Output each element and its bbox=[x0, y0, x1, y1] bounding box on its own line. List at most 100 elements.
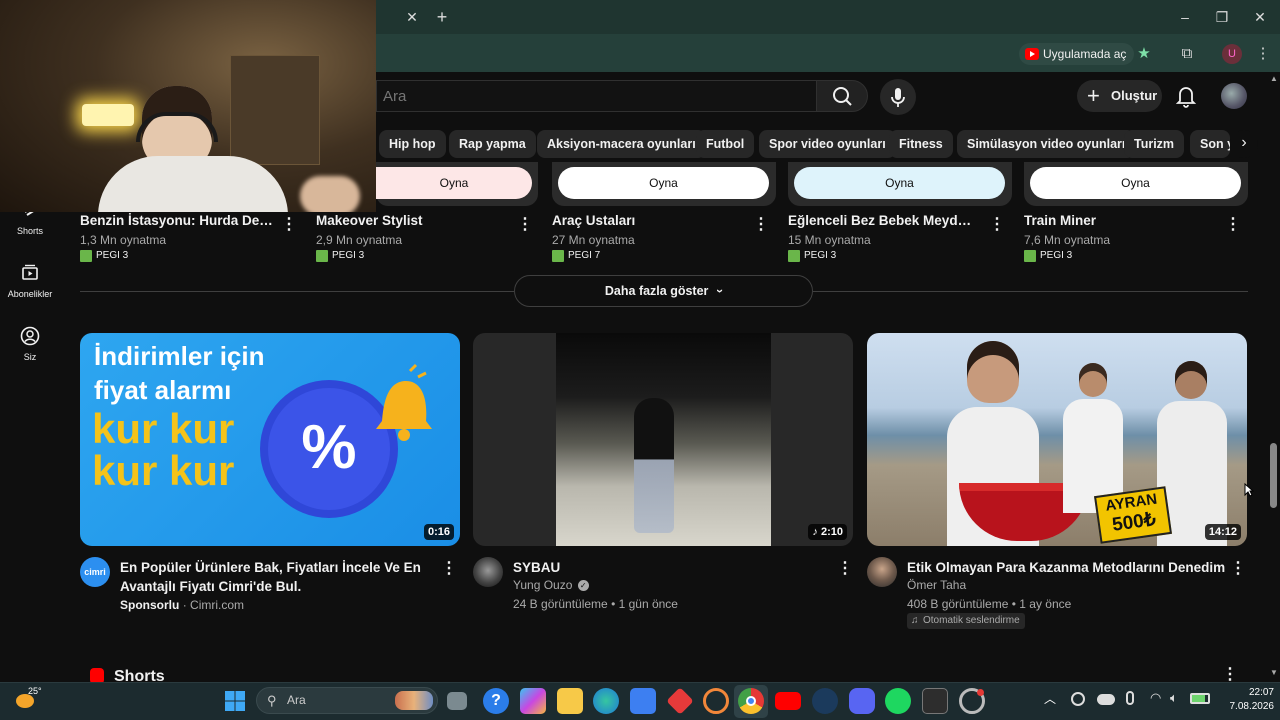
task-view-icon[interactable] bbox=[447, 692, 467, 710]
start-icon[interactable] bbox=[222, 688, 248, 714]
profile-avatar[interactable]: U bbox=[1222, 44, 1242, 64]
sidebar-item-subscriptions[interactable]: Abonelikler bbox=[0, 263, 60, 299]
chip-sports-games[interactable]: Spor video oyunları bbox=[759, 130, 896, 158]
new-tab-icon[interactable]: + bbox=[432, 6, 452, 28]
more-options-icon[interactable]: ⋮ bbox=[837, 560, 853, 578]
chip-tourism[interactable]: Turizm bbox=[1124, 130, 1185, 158]
play-button[interactable]: Oyna bbox=[1030, 167, 1241, 199]
video-thumbnail[interactable]: İndirimler için fiyat alarmı kur kur kur… bbox=[80, 333, 460, 546]
browser-menu-icon[interactable]: ⋮ bbox=[1252, 43, 1274, 65]
chip-action-adventure[interactable]: Aksiyon-macera oyunları bbox=[537, 130, 706, 158]
search-input[interactable] bbox=[377, 81, 816, 111]
duration-text: 2:10 bbox=[820, 526, 843, 538]
pegi-rating: PEGI 7 bbox=[552, 250, 600, 262]
account-avatar[interactable] bbox=[1221, 83, 1247, 109]
play-button[interactable]: Oyna bbox=[376, 167, 532, 199]
video-title[interactable]: Etik Olmayan Para Kazanma Metodlarını De… bbox=[907, 558, 1225, 577]
taskbar-clock[interactable]: 22:07 7.08.2026 bbox=[1222, 686, 1275, 714]
more-options-icon[interactable]: ⋮ bbox=[1225, 216, 1241, 234]
search-icon: ⚲ bbox=[267, 693, 277, 708]
help-icon[interactable]: ? bbox=[483, 688, 509, 714]
spotify-icon[interactable] bbox=[885, 688, 911, 714]
more-options-icon[interactable]: ⋮ bbox=[441, 560, 457, 578]
channel-avatar[interactable] bbox=[473, 557, 503, 587]
chip-fitness[interactable]: Fitness bbox=[889, 130, 953, 158]
wifi-icon[interactable]: ◠ bbox=[1150, 690, 1161, 706]
create-button[interactable]: + Oluştur bbox=[1077, 80, 1162, 112]
microphone-tray-icon[interactable] bbox=[1126, 691, 1134, 705]
video-title[interactable]: En Popüler Ürünlere Bak, Fiyatları İncel… bbox=[120, 558, 421, 596]
copilot-icon[interactable] bbox=[520, 688, 546, 714]
music-note-icon: ♪ bbox=[812, 526, 818, 538]
close-tab-icon[interactable]: ✕ bbox=[404, 8, 420, 26]
file-explorer-icon[interactable] bbox=[557, 688, 583, 714]
bookmark-star-icon[interactable]: ★ bbox=[1133, 43, 1155, 65]
clock-date: 7.08.2026 bbox=[1229, 701, 1275, 712]
window-close-icon[interactable]: ✕ bbox=[1248, 6, 1272, 28]
game-title[interactable]: Makeover Stylist bbox=[316, 213, 516, 228]
steam-icon[interactable] bbox=[812, 688, 838, 714]
sidebar-item-you[interactable]: Siz bbox=[0, 326, 60, 362]
extensions-icon[interactable]: ⧉ bbox=[1176, 43, 1198, 65]
chrome-icon-center bbox=[746, 696, 756, 706]
play-button[interactable]: Oyna bbox=[558, 167, 769, 199]
subscriptions-icon bbox=[21, 263, 39, 281]
tray-app-icon[interactable] bbox=[1071, 692, 1085, 706]
room-wall bbox=[230, 55, 320, 165]
more-options-icon[interactable]: ⋮ bbox=[281, 216, 297, 234]
avatar-text: cimri bbox=[84, 567, 106, 577]
channel-name-text: Yung Ouzo bbox=[513, 578, 573, 592]
game-title[interactable]: Benzin İstasyonu: Hurda Depos... bbox=[80, 213, 280, 228]
show-more-button[interactable]: Daha fazla göster › bbox=[514, 275, 813, 307]
game-title[interactable]: Eğlenceli Bez Bebek Meydan... bbox=[788, 213, 978, 228]
weather-widget[interactable]: 25° bbox=[16, 686, 42, 708]
game-title[interactable]: Train Miner bbox=[1024, 213, 1224, 228]
video-thumbnail[interactable]: ♪ 2:10 bbox=[473, 333, 853, 546]
advertiser-name[interactable]: Cimri.com bbox=[190, 598, 244, 612]
sidebar-item-label: Abonelikler bbox=[7, 289, 53, 299]
open-in-app-button[interactable]: Uygulamada aç bbox=[1019, 43, 1135, 65]
chip-simulation[interactable]: Simülasyon video oyunları bbox=[957, 130, 1136, 158]
video-thumbnail[interactable]: AYRAN 500₺ 14:12 bbox=[867, 333, 1247, 546]
onedrive-icon[interactable] bbox=[1097, 694, 1115, 705]
channel-avatar[interactable]: cimri bbox=[80, 557, 110, 587]
more-options-icon[interactable]: ⋮ bbox=[1230, 560, 1246, 578]
store-icon[interactable] bbox=[630, 688, 656, 714]
game-plays: 7,6 Mn oynatma bbox=[1024, 233, 1111, 247]
chip-rap[interactable]: Rap yapma bbox=[449, 130, 536, 158]
search-button[interactable] bbox=[816, 80, 868, 112]
notifications-button[interactable] bbox=[1174, 83, 1198, 109]
tray-chevron-up-icon[interactable]: ︿ bbox=[1044, 690, 1056, 707]
chip-football[interactable]: Futbol bbox=[696, 130, 755, 158]
channel-name[interactable]: Ömer Taha bbox=[907, 578, 966, 592]
battery-icon[interactable] bbox=[1190, 693, 1210, 704]
scrollbar-thumb[interactable] bbox=[1270, 443, 1277, 508]
discord-icon[interactable] bbox=[849, 688, 875, 714]
chip-hip-hop[interactable]: Hip hop bbox=[379, 130, 446, 158]
volume-icon[interactable]: 🔈︎ bbox=[1170, 690, 1178, 706]
channel-avatar[interactable] bbox=[867, 557, 897, 587]
youtube-app-icon[interactable] bbox=[775, 692, 801, 710]
play-button[interactable]: Oyna bbox=[794, 167, 1005, 199]
chip-recent[interactable]: Son yü bbox=[1190, 130, 1230, 158]
more-options-icon[interactable]: ⋮ bbox=[989, 216, 1005, 234]
chevron-down-icon: › bbox=[712, 288, 727, 294]
channel-name[interactable]: Yung Ouzo ✓ bbox=[513, 578, 589, 592]
terminal-icon[interactable] bbox=[922, 688, 948, 714]
video-title[interactable]: SYBAU bbox=[513, 558, 560, 577]
game-title[interactable]: Araç Ustaları bbox=[552, 213, 752, 228]
taskbar-search[interactable]: ⚲ Ara bbox=[256, 687, 438, 714]
scrollbar[interactable] bbox=[1268, 72, 1280, 682]
person-body bbox=[98, 156, 288, 212]
minimize-icon[interactable]: – bbox=[1173, 6, 1197, 28]
more-options-icon[interactable]: ⋮ bbox=[517, 216, 533, 234]
scroll-up-icon[interactable]: ▲ bbox=[1268, 74, 1280, 84]
maximize-icon[interactable]: ❐ bbox=[1210, 6, 1234, 28]
edge-icon[interactable] bbox=[593, 688, 619, 714]
video-duration: 0:16 bbox=[423, 524, 454, 540]
voice-search-button[interactable] bbox=[880, 79, 916, 115]
more-options-icon[interactable]: ⋮ bbox=[753, 216, 769, 234]
app-orange-icon[interactable] bbox=[703, 688, 729, 714]
scroll-down-icon[interactable]: ▼ bbox=[1268, 668, 1280, 678]
chevron-right-icon[interactable]: › bbox=[1230, 130, 1258, 158]
